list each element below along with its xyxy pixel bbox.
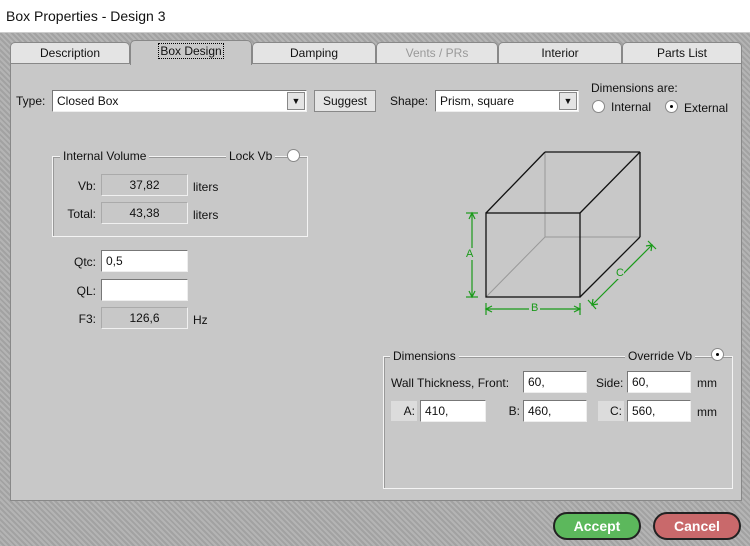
b-input[interactable]: 460,	[523, 400, 587, 422]
dimension-b-label: B	[529, 302, 541, 314]
wall-thickness-label: Wall Thickness, Front:	[391, 376, 510, 390]
side-thickness-input[interactable]: 60,	[627, 371, 691, 393]
override-vb-label: Override Vb	[625, 349, 696, 363]
c-label: C:	[598, 401, 624, 421]
dimension-arrows	[466, 211, 657, 315]
dimension-unit: mm	[697, 405, 717, 419]
accept-button[interactable]: Accept	[553, 512, 641, 540]
c-input[interactable]: 560,	[627, 400, 691, 422]
side-label: Side:	[596, 376, 624, 390]
b-label: B:	[508, 404, 520, 418]
tab-label: Box Design	[158, 43, 224, 59]
override-vb-radio[interactable]	[711, 348, 724, 361]
front-thickness-input[interactable]: 60,	[523, 371, 587, 393]
dimension-c-label: C	[616, 267, 624, 279]
tab-box-design[interactable]: Box Design	[130, 40, 252, 65]
cancel-button[interactable]: Cancel	[653, 512, 741, 540]
a-input[interactable]: 410,	[420, 400, 486, 422]
a-label: A:	[391, 401, 417, 421]
dimension-a-label: A	[466, 248, 474, 260]
dimensions-title: Dimensions	[390, 349, 459, 363]
thickness-unit: mm	[697, 376, 717, 390]
